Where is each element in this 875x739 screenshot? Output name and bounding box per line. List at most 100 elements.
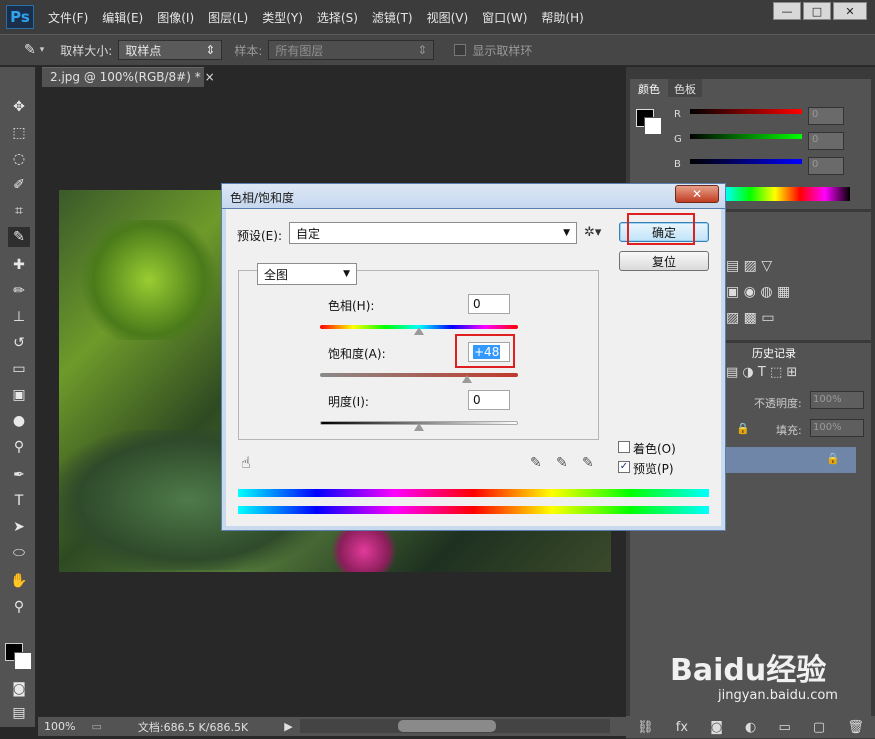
menu-filter[interactable]: 滤镜(T): [372, 9, 413, 26]
menu-file[interactable]: 文件(F): [48, 9, 88, 26]
lock-icon[interactable]: 🔒: [736, 422, 750, 435]
menu-edit[interactable]: 编辑(E): [102, 9, 143, 26]
menu-type[interactable]: 类型(Y): [262, 9, 303, 26]
channel-g-label: G: [674, 134, 682, 145]
add-to-sample-eyedropper-icon[interactable]: ✎: [556, 455, 568, 471]
subtract-sample-eyedropper-icon[interactable]: ✎: [582, 455, 594, 471]
menu-window[interactable]: 窗口(W): [482, 9, 527, 26]
tab-color[interactable]: 颜色: [632, 79, 666, 97]
hue-input[interactable]: 0: [468, 294, 510, 314]
zoom-level[interactable]: 100%: [44, 720, 75, 733]
colorize-label: 着色(O): [633, 442, 676, 456]
preset-options-gear-icon[interactable]: ✲▾: [584, 225, 601, 240]
saturation-slider-thumb[interactable]: [462, 375, 472, 383]
adjustment-icons-row[interactable]: ▣ ◉ ◍ ▦: [726, 284, 790, 300]
path-select-tool-icon[interactable]: ➤: [8, 517, 30, 537]
eraser-tool-icon[interactable]: ▭: [8, 359, 30, 379]
red-value[interactable]: 0: [808, 107, 844, 125]
show-ring-label: 显示取样环: [472, 43, 533, 58]
eyedropper-tool-icon[interactable]: ✎: [8, 227, 30, 247]
close-window-button[interactable]: ✕: [833, 2, 867, 20]
tab-swatches[interactable]: 色板: [668, 79, 702, 97]
shape-tool-icon[interactable]: ⬭: [8, 543, 30, 563]
folder-icon[interactable]: ▭: [778, 720, 790, 735]
panel-background-swatch[interactable]: [644, 117, 662, 135]
menu-layer[interactable]: 图层(L): [208, 9, 248, 26]
zoom-tool-icon[interactable]: ⚲: [8, 597, 30, 617]
new-layer-icon[interactable]: ▢: [813, 720, 825, 735]
blue-slider[interactable]: [690, 159, 802, 164]
fx-icon[interactable]: fx: [676, 720, 688, 735]
selected-layer-row[interactable]: 🔒: [726, 447, 856, 473]
maximize-button[interactable]: □: [803, 2, 831, 20]
quick-mask-icon[interactable]: ◙: [8, 679, 30, 699]
channel-value: 全图: [264, 267, 289, 282]
adjustment-icons-row[interactable]: ▤ ▨ ▽: [726, 258, 772, 274]
blue-value[interactable]: 0: [808, 157, 844, 175]
link-icon[interactable]: ⛓: [637, 720, 654, 735]
eyedropper-icon[interactable]: ✎: [530, 455, 542, 471]
lasso-tool-icon[interactable]: ◌: [8, 149, 30, 169]
blur-tool-icon[interactable]: ●: [8, 411, 30, 431]
screen-mode-icon[interactable]: ▤: [8, 703, 30, 723]
history-brush-tool-icon[interactable]: ↺: [8, 333, 30, 353]
green-slider[interactable]: [690, 134, 802, 139]
quick-select-tool-icon[interactable]: ✐: [8, 175, 30, 195]
menu-help[interactable]: 帮助(H): [541, 9, 583, 26]
adjustment-layer-icon[interactable]: ◐: [745, 720, 756, 735]
document-tab[interactable]: 2.jpg @ 100%(RGB/8#) * ×: [42, 67, 215, 87]
healing-brush-tool-icon[interactable]: ✚: [8, 255, 30, 275]
tab-history[interactable]: 历史记录: [746, 343, 802, 361]
eyedropper-icon[interactable]: ✎: [24, 42, 36, 58]
channel-select[interactable]: 全图 ▼: [257, 263, 357, 285]
document-info: 文档:686.5 K/686.5K: [137, 720, 249, 734]
targeted-adjust-hand-icon[interactable]: ☝: [241, 453, 251, 472]
menu-select[interactable]: 选择(S): [317, 9, 358, 26]
adjustment-icons-row[interactable]: ▨ ▩ ▭: [726, 310, 775, 326]
lightness-slider-thumb[interactable]: [414, 423, 424, 431]
scrollbar-thumb[interactable]: [398, 720, 496, 732]
menu-bar: Ps 文件(F) 编辑(E) 图像(I) 图层(L) 类型(Y) 选择(S) 滤…: [0, 0, 875, 34]
fill-label: 填充:: [776, 424, 802, 437]
photoshop-logo: Ps: [6, 5, 34, 29]
sample-size-label: 取样大小:: [60, 43, 113, 58]
green-value[interactable]: 0: [808, 132, 844, 150]
lightness-input[interactable]: 0: [468, 390, 510, 410]
type-tool-icon[interactable]: T: [8, 491, 30, 511]
move-tool-icon[interactable]: ✥: [8, 97, 30, 117]
menu-image[interactable]: 图像(I): [157, 9, 194, 26]
dialog-close-button[interactable]: ✕: [675, 185, 719, 203]
hand-tool-icon[interactable]: ✋: [8, 571, 30, 591]
preview-checkbox[interactable]: ✓: [618, 461, 630, 473]
dodge-tool-icon[interactable]: ⚲: [8, 437, 30, 457]
crop-tool-icon[interactable]: ⌗: [8, 201, 30, 221]
menu-view[interactable]: 视图(V): [427, 9, 469, 26]
lightness-label: 明度(I):: [328, 395, 369, 409]
minimize-button[interactable]: —: [773, 2, 801, 20]
preset-select[interactable]: 自定 ▼: [289, 222, 577, 244]
background-color-swatch[interactable]: [14, 652, 32, 670]
dialog-title[interactable]: 色相/饱和度: [221, 183, 726, 209]
window-controls: — □ ✕: [773, 2, 867, 20]
red-slider[interactable]: [690, 109, 802, 114]
colorize-checkbox[interactable]: [618, 441, 630, 453]
trash-icon[interactable]: 🗑: [847, 720, 864, 735]
sample-size-select[interactable]: 取样点 ⇕: [118, 40, 223, 60]
marquee-tool-icon[interactable]: ⬚: [8, 123, 30, 143]
status-menu-arrow-icon[interactable]: ▶: [284, 720, 292, 733]
saturation-slider[interactable]: [320, 373, 518, 377]
show-ring-checkbox[interactable]: [454, 44, 467, 56]
fill-input[interactable]: 100%: [810, 419, 864, 437]
reset-button[interactable]: 复位: [619, 251, 709, 271]
sample-select[interactable]: 所有图层 ⇕: [268, 40, 435, 60]
gradient-tool-icon[interactable]: ▣: [8, 385, 30, 405]
pen-tool-icon[interactable]: ✒: [8, 465, 30, 485]
layer-filter-icons[interactable]: ▤ ◑ T ⬚ ⊞: [726, 365, 797, 380]
stamp-tool-icon[interactable]: ⊥: [8, 307, 30, 327]
brush-tool-icon[interactable]: ✏: [8, 281, 30, 301]
mask-icon[interactable]: ◙: [710, 720, 723, 735]
opacity-input[interactable]: 100%: [810, 391, 864, 409]
chevron-down-icon[interactable]: ▾: [40, 45, 45, 55]
hue-slider-thumb[interactable]: [414, 327, 424, 335]
close-tab-icon[interactable]: ×: [205, 70, 215, 84]
